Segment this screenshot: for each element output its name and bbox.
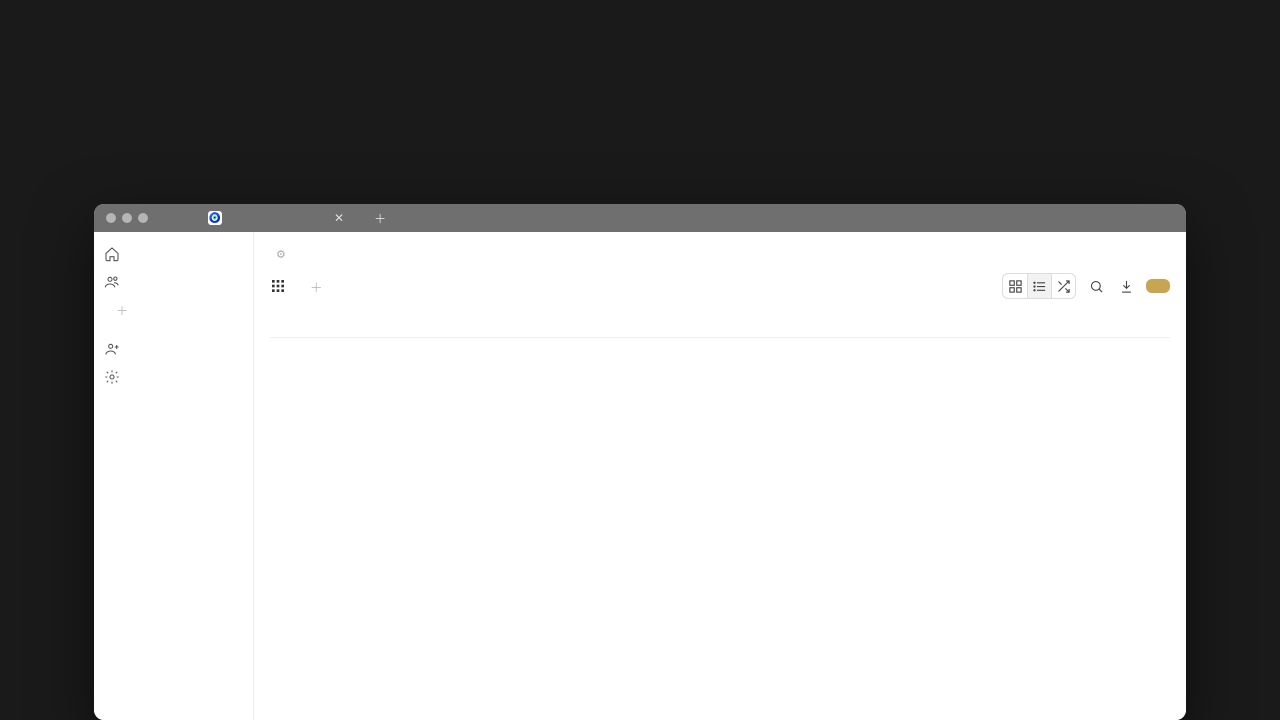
new-tab-icon[interactable]: ＋ — [374, 210, 386, 227]
sidebar: ＋ — [94, 232, 254, 720]
plus-icon: ＋ — [116, 302, 128, 319]
breadcrumb: ⚙ — [270, 248, 1170, 261]
toolbar-right — [1002, 273, 1170, 299]
create-new-button[interactable] — [1146, 279, 1170, 293]
tab-all[interactable] — [292, 284, 296, 288]
sidebar-add-new-group[interactable]: ＋ — [94, 296, 253, 325]
crumb-gear-icon[interactable]: ⚙ — [276, 248, 286, 261]
traffic-min[interactable] — [122, 213, 132, 223]
gear-icon — [104, 369, 120, 385]
sidebar-home[interactable] — [94, 240, 253, 268]
tab-close-icon[interactable]: ✕ — [334, 211, 344, 225]
titlebar: 🧿 ✕ ＋ — [94, 204, 1186, 232]
table-header — [270, 313, 1170, 338]
home-icon — [104, 246, 120, 262]
traffic-close[interactable] — [106, 213, 116, 223]
segments-table — [270, 313, 1170, 338]
sidebar-customer-segments[interactable] — [94, 268, 253, 296]
list-view-icon[interactable] — [1027, 274, 1051, 298]
col-interval[interactable] — [905, 313, 1005, 327]
traffic-max[interactable] — [138, 213, 148, 223]
view-toggle — [1002, 273, 1076, 299]
traffic-lights[interactable] — [106, 213, 148, 223]
sidebar-settings[interactable] — [94, 363, 253, 391]
search-icon[interactable] — [1086, 276, 1106, 296]
app: ＋ ⚙ — [94, 232, 1186, 720]
download-icon[interactable] — [1116, 276, 1136, 296]
add-user-icon — [104, 341, 120, 357]
browser-window: 🧿 ✕ ＋ ＋ — [94, 204, 1186, 720]
hero-subtitle — [0, 46, 1280, 79]
main: ⚙ ＋ — [254, 232, 1186, 720]
col-ltv[interactable] — [600, 313, 705, 327]
tab-chips: ＋ — [270, 275, 325, 298]
col-repeat[interactable] — [505, 313, 600, 327]
toolbar: ＋ — [270, 273, 1170, 299]
users-icon — [104, 274, 120, 290]
browser-tab[interactable]: 🧿 ✕ ＋ — [208, 210, 386, 227]
sidebar-template-showcase[interactable] — [94, 335, 253, 363]
add-tab-icon[interactable]: ＋ — [308, 275, 325, 298]
hero — [0, 0, 1280, 79]
grid-view-icon[interactable] — [1003, 274, 1027, 298]
favicon-icon: 🧿 — [208, 211, 222, 225]
apps-icon[interactable] — [270, 278, 286, 294]
shuffle-view-icon[interactable] — [1051, 274, 1075, 298]
